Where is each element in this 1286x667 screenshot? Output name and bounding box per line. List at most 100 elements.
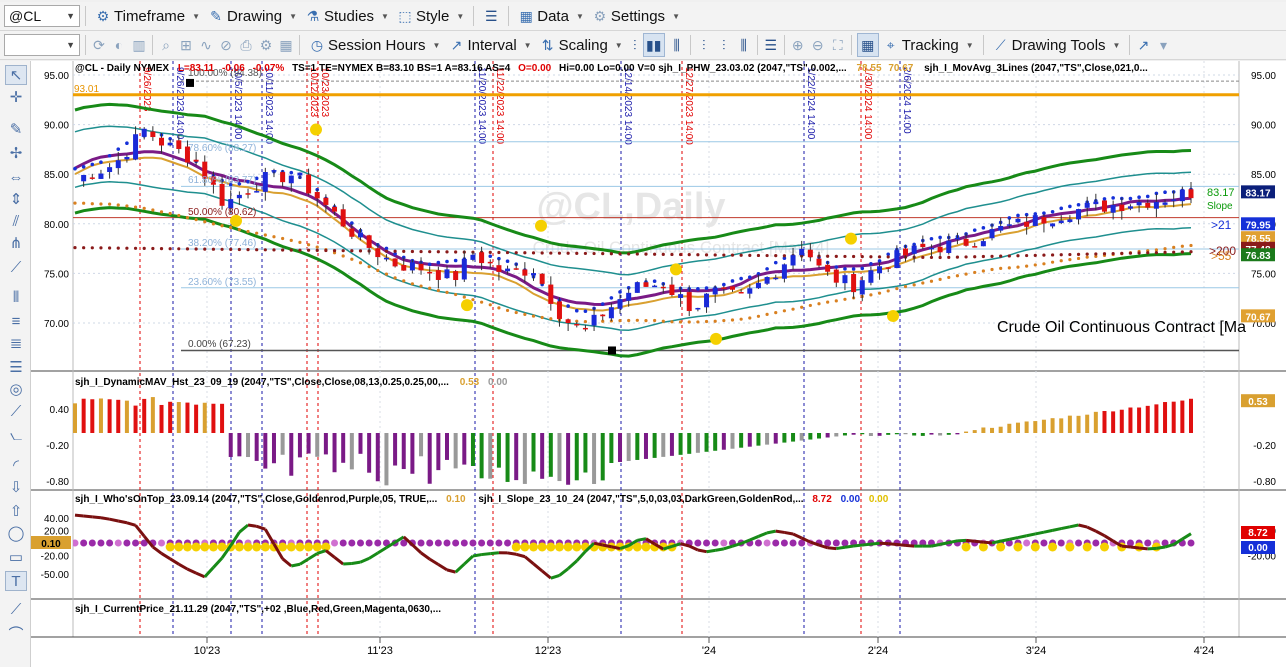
ma55-dot [428, 286, 432, 290]
ma200-dot [566, 251, 570, 255]
scaling-icon: ⇅ [541, 36, 554, 53]
chart-area[interactable]: @CL,Daily Crude Oil Continuous Contract … [31, 61, 1286, 667]
vertical-line-icon[interactable]: ⦀ [5, 287, 27, 307]
candlestick-icon[interactable]: ▮▮ [642, 33, 665, 57]
scroll-left-icon[interactable]: ◐ [111, 37, 127, 53]
candle-body [989, 229, 995, 239]
style-button[interactable]: ⬚ Style ▼ [393, 4, 468, 28]
ma200-dot [678, 252, 683, 257]
settings-button[interactable]: ⚙ Settings ▼ [588, 4, 684, 28]
histogram-bar [107, 399, 112, 433]
area-icon[interactable]: ⊘ [218, 37, 234, 53]
volume-icon[interactable]: ⫶ [696, 37, 712, 53]
ma200-dot [557, 251, 562, 255]
studies-button[interactable]: ⚗ Studies ▼ [301, 4, 393, 28]
swing-point-marker [461, 299, 473, 312]
arc-icon[interactable]: ◜ [5, 455, 27, 475]
slope-dot [234, 542, 244, 552]
pan-icon[interactable]: ✢ [5, 143, 27, 163]
histogram-bar [972, 430, 977, 433]
text-icon[interactable]: T [5, 571, 27, 591]
ma21-dot [860, 266, 865, 271]
zoom-in-icon[interactable]: ⊕ [790, 37, 806, 53]
rectangle-icon[interactable]: ▭ [5, 547, 27, 567]
data-button[interactable]: ▦ Data ▼ [514, 4, 588, 28]
ma21-dot [722, 282, 726, 287]
ma55-dot [454, 292, 458, 297]
histogram-bar [929, 433, 934, 435]
more-icon[interactable]: ▾ [1155, 37, 1171, 53]
candle-body [435, 270, 441, 280]
refresh-icon[interactable]: ⟳ [91, 37, 107, 53]
arrow-down-icon[interactable]: ⇩ [5, 477, 27, 497]
speed-line-icon[interactable]: ⟋ [5, 401, 27, 421]
line-icon[interactable]: ∿ [198, 37, 214, 53]
camera-icon[interactable]: ⎙ [238, 37, 254, 53]
ellipse-icon[interactable]: ◯ [5, 523, 27, 543]
histogram-bar [808, 433, 813, 440]
ma55-dot [947, 275, 951, 280]
ma200-dot [644, 252, 648, 256]
horizontal-line-icon[interactable]: ≡ [5, 311, 27, 331]
histogram-bar [791, 433, 796, 442]
crosshair-icon[interactable]: ✛ [5, 87, 27, 107]
gear-icon[interactable]: ⚙ [258, 37, 274, 53]
zoom-icon[interactable]: ⌕ [158, 37, 174, 53]
fibonacci-icon[interactable]: ≣ [5, 333, 27, 353]
vertical-arrows-icon[interactable]: ⇕ [5, 189, 27, 209]
ma200-dot [730, 253, 735, 257]
pointer-icon[interactable]: ↖ [5, 65, 27, 85]
channel-icon[interactable]: ⫽ [5, 211, 27, 231]
gann-icon[interactable]: ☰ [5, 357, 27, 377]
candle-icon[interactable]: ⊞ [178, 37, 194, 53]
tracking-button[interactable]: ⌖ Tracking ▼ [879, 33, 978, 57]
columns-icon[interactable]: ⫼ [736, 37, 752, 53]
horizontal-arrows-icon[interactable]: ⇔ [5, 167, 27, 187]
scaling-button[interactable]: ⇅ Scaling ▼ [536, 33, 627, 57]
chart-canvas[interactable]: @CL,Daily Crude Oil Continuous Contract … [31, 61, 1286, 667]
data-window-icon[interactable]: ▦ [856, 33, 879, 57]
symbol-input[interactable]: @CL ▼ [4, 5, 80, 27]
data-label: Data [537, 7, 569, 25]
histogram-bar [635, 433, 640, 460]
slope-line-segment [931, 542, 941, 548]
drawing-tools-button[interactable]: ⟋ Drawing Tools ▼ [989, 33, 1125, 57]
ma200-dot [877, 255, 882, 259]
settings-label: Settings [610, 7, 666, 25]
histogram-bar [280, 433, 285, 455]
slope-line-segment [1130, 545, 1140, 550]
histogram-bar [938, 433, 943, 436]
drawing-button[interactable]: ✎ Drawing ▼ [204, 4, 301, 28]
drawing-tools-label: Drawing Tools [1011, 36, 1106, 54]
bar-chart-icon[interactable]: ⫶ [627, 37, 643, 53]
ohlc-icon[interactable]: ⫼ [669, 37, 685, 53]
trendline-icon[interactable]: ⟋ [5, 257, 27, 277]
pitchfork-icon[interactable]: ⋔ [5, 233, 27, 253]
magnet-icon[interactable]: ⌒ [5, 623, 27, 643]
slope-line-segment [939, 541, 950, 546]
arrow-up-icon[interactable]: ⇧ [5, 501, 27, 521]
pencil-icon: ✎ [210, 7, 222, 24]
angle-icon[interactable]: ⦦ [5, 425, 27, 445]
timeframe-button[interactable]: ⚙ Timeframe ▼ [91, 4, 204, 28]
ma21-dot [739, 276, 743, 281]
ticks-icon[interactable]: ⫶ [716, 37, 732, 53]
candle-body [513, 268, 519, 270]
trend-icon[interactable]: ↗ [1135, 37, 1151, 53]
wrench-icon[interactable]: ✎ [5, 119, 27, 139]
session-hours-button[interactable]: ◷ Session Hours ▼ [305, 33, 444, 57]
ma55-dot [246, 229, 250, 234]
time-axis-label: 12'23 [535, 645, 562, 657]
fit-icon[interactable]: ⛶ [830, 37, 846, 53]
chart-caption: Crude Oil Continuous Contract [Ma [997, 319, 1246, 336]
zoom-out-icon[interactable]: ⊖ [810, 37, 826, 53]
interval-input[interactable]: ▼ [4, 34, 80, 56]
grid-icon[interactable]: ▦ [278, 37, 294, 53]
interval-button[interactable]: ↗ Interval ▼ [444, 33, 535, 57]
layout-button[interactable]: ☰ [479, 4, 503, 28]
chevron-down-icon: ▼ [523, 40, 532, 50]
panes-icon[interactable]: ☰ [763, 37, 779, 53]
bars-icon[interactable]: ▥ [131, 37, 147, 53]
ruler-icon[interactable]: ⟋ [5, 599, 27, 619]
cycle-icon[interactable]: ◎ [5, 379, 27, 399]
